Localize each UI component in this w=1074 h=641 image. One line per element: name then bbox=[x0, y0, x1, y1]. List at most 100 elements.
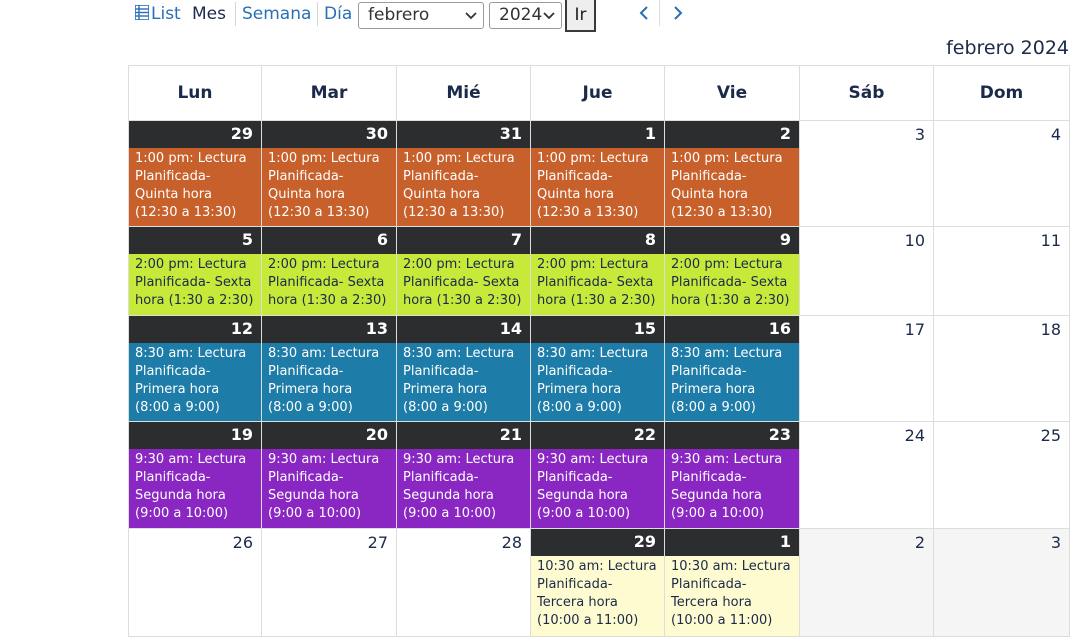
day-number[interactable]: 11 bbox=[1041, 231, 1061, 250]
day-cell[interactable]: 12 8:30 am: Lectura Planificada- Primera … bbox=[128, 316, 262, 422]
day-number[interactable]: 6 bbox=[377, 230, 388, 249]
calendar-event[interactable]: 8:30 am: Lectura Planificada- Primera ho… bbox=[129, 343, 261, 421]
calendar-event[interactable]: 2:00 pm: Lectura Planificada- Sexta hora… bbox=[262, 254, 396, 315]
day-number[interactable]: 17 bbox=[905, 320, 925, 339]
calendar-event[interactable]: 2:00 pm: Lectura Planificada- Sexta hora… bbox=[531, 254, 664, 315]
day-cell[interactable]: 11 bbox=[934, 227, 1070, 316]
day-cell[interactable]: 5 2:00 pm: Lectura Planificada- Sexta hor… bbox=[128, 227, 262, 316]
day-view-link[interactable]: Día bbox=[324, 3, 352, 25]
calendar-event[interactable]: 8:30 am: Lectura Planificada- Primera ho… bbox=[262, 343, 396, 421]
day-cell[interactable]: 14 8:30 am: Lectura Planificada- Primera … bbox=[397, 316, 531, 422]
day-cell[interactable]: 15 8:30 am: Lectura Planificada- Primera … bbox=[531, 316, 665, 422]
day-number[interactable]: 19 bbox=[231, 425, 253, 444]
list-icon[interactable] bbox=[135, 5, 149, 20]
calendar-event[interactable]: 1:00 pm: Lectura Planificada- Quinta hor… bbox=[262, 148, 396, 226]
day-cell[interactable]: 3 bbox=[800, 120, 934, 227]
day-cell[interactable]: 2 bbox=[800, 529, 934, 637]
calendar-event[interactable]: 1:00 pm: Lectura Planificada- Quinta hor… bbox=[397, 148, 530, 226]
day-cell[interactable]: 18 bbox=[934, 316, 1070, 422]
day-number[interactable]: 5 bbox=[242, 230, 253, 249]
calendar-event[interactable]: 8:30 am: Lectura Planificada- Primera ho… bbox=[531, 343, 664, 421]
calendar-event[interactable]: 8:30 am: Lectura Planificada- Primera ho… bbox=[397, 343, 530, 421]
calendar-event[interactable]: 2:00 pm: Lectura Planificada- Sexta hora… bbox=[129, 254, 261, 315]
day-number[interactable]: 18 bbox=[1041, 320, 1061, 339]
calendar-event[interactable]: 9:30 am: Lectura Planificada- Segunda ho… bbox=[665, 449, 799, 528]
day-cell[interactable]: 4 bbox=[934, 120, 1070, 227]
day-cell[interactable]: 8 2:00 pm: Lectura Planificada- Sexta hor… bbox=[531, 227, 665, 316]
calendar-event[interactable]: 9:30 am: Lectura Planificada- Segunda ho… bbox=[262, 449, 396, 528]
day-cell[interactable]: 23 9:30 am: Lectura Planificada- Segunda … bbox=[665, 422, 800, 529]
list-view-link[interactable]: List bbox=[151, 3, 181, 25]
day-cell[interactable]: 26 bbox=[128, 529, 262, 637]
day-number[interactable]: 1 bbox=[780, 532, 791, 551]
day-cell[interactable]: 19 9:30 am: Lectura Planificada- Segunda … bbox=[128, 422, 262, 529]
calendar-event[interactable]: 9:30 am: Lectura Planificada- Segunda ho… bbox=[531, 449, 664, 528]
day-cell[interactable]: 10 bbox=[800, 227, 934, 316]
day-number[interactable]: 12 bbox=[231, 319, 253, 338]
day-number[interactable]: 3 bbox=[1051, 533, 1061, 552]
day-number[interactable]: 2 bbox=[780, 124, 791, 143]
calendar-event[interactable]: 8:30 am: Lectura Planificada- Primera ho… bbox=[665, 343, 799, 421]
day-number[interactable]: 31 bbox=[500, 124, 522, 143]
day-number[interactable]: 22 bbox=[634, 425, 656, 444]
calendar-event[interactable]: 1:00 pm: Lectura Planificada- Quinta hor… bbox=[531, 148, 664, 226]
day-number[interactable]: 16 bbox=[769, 319, 791, 338]
day-number[interactable]: 26 bbox=[233, 533, 253, 552]
month-view-link[interactable]: Mes bbox=[192, 3, 226, 25]
day-number[interactable]: 30 bbox=[366, 124, 388, 143]
day-number[interactable]: 20 bbox=[366, 425, 388, 444]
day-cell[interactable]: 17 bbox=[800, 316, 934, 422]
day-number[interactable]: 9 bbox=[780, 230, 791, 249]
calendar-event[interactable]: 2:00 pm: Lectura Planificada- Sexta hora… bbox=[397, 254, 530, 315]
day-cell[interactable]: 29 1:00 pm: Lectura Planificada- Quinta h… bbox=[128, 120, 262, 227]
calendar-event[interactable]: 10:30 am: Lectura Planificada- Tercera h… bbox=[531, 556, 664, 636]
day-number[interactable]: 23 bbox=[769, 425, 791, 444]
day-number[interactable]: 25 bbox=[1041, 426, 1061, 445]
chevron-left-icon[interactable] bbox=[637, 5, 651, 21]
day-cell[interactable]: 6 2:00 pm: Lectura Planificada- Sexta hor… bbox=[262, 227, 397, 316]
day-number[interactable]: 24 bbox=[905, 426, 925, 445]
day-cell[interactable]: 25 bbox=[934, 422, 1070, 529]
day-cell[interactable]: 30 1:00 pm: Lectura Planificada- Quinta h… bbox=[262, 120, 397, 227]
go-button[interactable]: Ir bbox=[565, 0, 596, 32]
day-number[interactable]: 13 bbox=[366, 319, 388, 338]
day-cell[interactable]: 1 10:30 am: Lectura Planificada- Tercera … bbox=[665, 529, 800, 637]
day-cell[interactable]: 24 bbox=[800, 422, 934, 529]
day-cell[interactable]: 13 8:30 am: Lectura Planificada- Primera … bbox=[262, 316, 397, 422]
day-number[interactable]: 2 bbox=[915, 533, 925, 552]
day-number[interactable]: 27 bbox=[368, 533, 388, 552]
year-select[interactable]: 2024 bbox=[489, 2, 562, 29]
day-cell[interactable]: 29 10:30 am: Lectura Planificada- Tercera… bbox=[531, 529, 665, 637]
day-number[interactable]: 21 bbox=[500, 425, 522, 444]
day-number[interactable]: 28 bbox=[502, 533, 522, 552]
day-number[interactable]: 15 bbox=[634, 319, 656, 338]
week-view-link[interactable]: Semana bbox=[242, 3, 311, 25]
day-cell[interactable]: 31 1:00 pm: Lectura Planificada- Quinta h… bbox=[397, 120, 531, 227]
calendar-event[interactable]: 1:00 pm: Lectura Planificada- Quinta hor… bbox=[665, 148, 799, 226]
day-cell[interactable]: 2 1:00 pm: Lectura Planificada- Quinta ho… bbox=[665, 120, 800, 227]
day-number[interactable]: 4 bbox=[1051, 125, 1061, 144]
day-cell[interactable]: 28 bbox=[397, 529, 531, 637]
calendar-event[interactable]: 9:30 am: Lectura Planificada- Segunda ho… bbox=[129, 449, 261, 528]
calendar-event[interactable]: 9:30 am: Lectura Planificada- Segunda ho… bbox=[397, 449, 530, 528]
day-number[interactable]: 29 bbox=[231, 124, 253, 143]
calendar-event[interactable]: 1:00 pm: Lectura Planificada- Quinta hor… bbox=[129, 148, 261, 226]
day-number[interactable]: 8 bbox=[645, 230, 656, 249]
month-select[interactable]: febrero bbox=[358, 2, 484, 29]
day-cell[interactable]: 21 9:30 am: Lectura Planificada- Segunda … bbox=[397, 422, 531, 529]
day-cell[interactable]: 9 2:00 pm: Lectura Planificada- Sexta hor… bbox=[665, 227, 800, 316]
day-number[interactable]: 3 bbox=[915, 125, 925, 144]
chevron-right-icon[interactable] bbox=[671, 5, 685, 21]
day-number[interactable]: 29 bbox=[634, 532, 656, 551]
day-number[interactable]: 14 bbox=[500, 319, 522, 338]
day-number[interactable]: 10 bbox=[905, 231, 925, 250]
day-cell[interactable]: 3 bbox=[934, 529, 1070, 637]
day-cell[interactable]: 27 bbox=[262, 529, 397, 637]
day-cell[interactable]: 7 2:00 pm: Lectura Planificada- Sexta hor… bbox=[397, 227, 531, 316]
calendar-event[interactable]: 10:30 am: Lectura Planificada- Tercera h… bbox=[665, 556, 799, 636]
day-cell[interactable]: 16 8:30 am: Lectura Planificada- Primera … bbox=[665, 316, 800, 422]
day-cell[interactable]: 1 1:00 pm: Lectura Planificada- Quinta ho… bbox=[531, 120, 665, 227]
day-cell[interactable]: 20 9:30 am: Lectura Planificada- Segunda … bbox=[262, 422, 397, 529]
day-cell[interactable]: 22 9:30 am: Lectura Planificada- Segunda … bbox=[531, 422, 665, 529]
day-number[interactable]: 1 bbox=[645, 124, 656, 143]
